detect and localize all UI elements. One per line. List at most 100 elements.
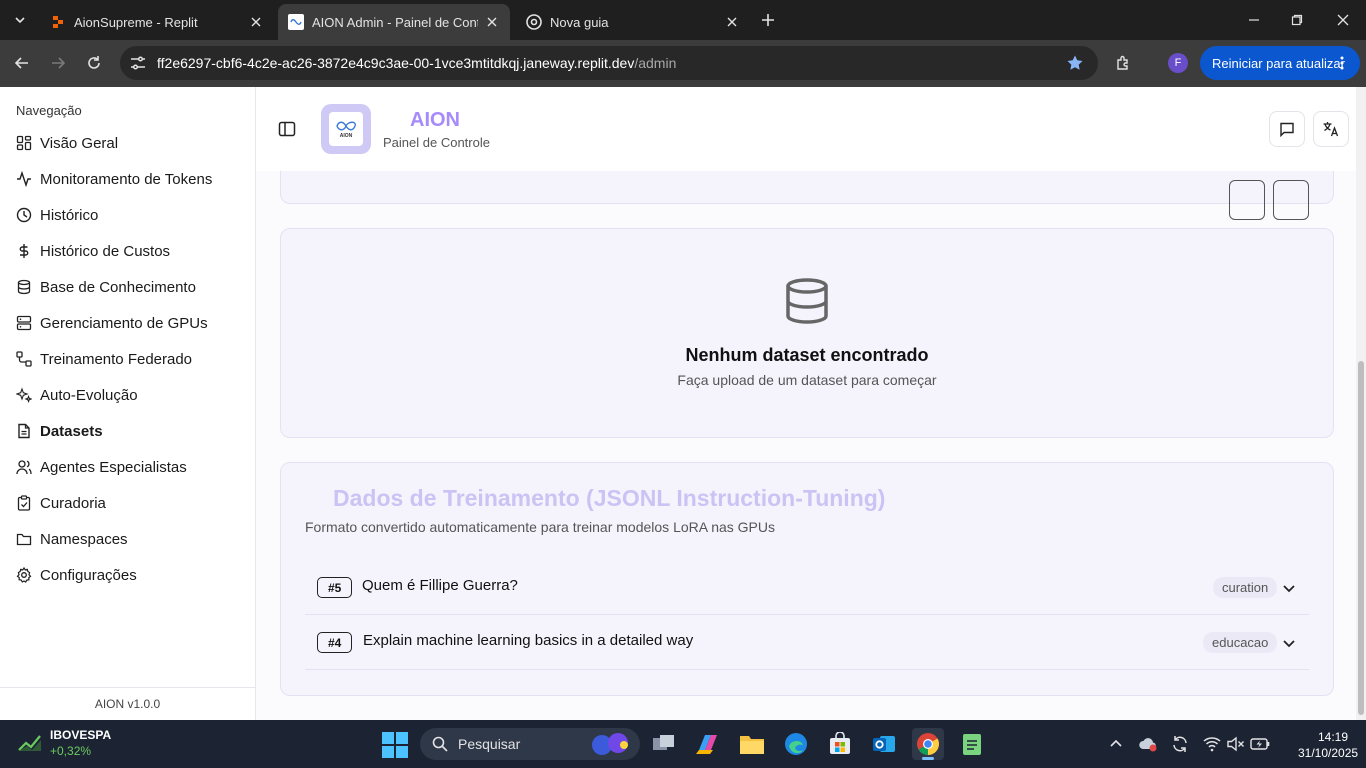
app-logo: AION xyxy=(321,104,371,154)
sidebar-item-namespaces[interactable]: Namespaces xyxy=(0,521,255,557)
close-icon xyxy=(1337,14,1349,26)
sidebar-item-historico[interactable]: Histórico xyxy=(0,197,255,233)
arrow-right-icon xyxy=(52,57,66,69)
volume-tray[interactable] xyxy=(1226,734,1246,754)
replit-favicon-icon xyxy=(50,14,66,30)
new-tab-button[interactable] xyxy=(756,8,780,32)
outlook-app[interactable] xyxy=(868,728,900,760)
brand-title: AION xyxy=(410,109,460,131)
row-tag-badge: educacao xyxy=(1203,632,1278,653)
puzzle-icon xyxy=(1117,55,1128,70)
forward-button[interactable] xyxy=(44,49,72,77)
sidebar-nav: Visão Geral Monitoramento de Tokens Hist… xyxy=(0,125,255,593)
onedrive-tray[interactable] xyxy=(1138,734,1158,754)
sidebar-item-auto-evolucao[interactable]: Auto-Evolução xyxy=(0,377,255,413)
windows-start-icon[interactable] xyxy=(382,732,408,758)
sync-tray[interactable] xyxy=(1170,734,1190,754)
sidebar-item-label: Auto-Evolução xyxy=(40,386,138,404)
close-window-button[interactable] xyxy=(1329,6,1357,34)
sidebar-item-base-conhecimento[interactable]: Base de Conhecimento xyxy=(0,269,255,305)
chevron-down-icon[interactable] xyxy=(1281,580,1297,596)
scrollbar-thumb[interactable] xyxy=(1358,361,1364,715)
extensions-button[interactable] xyxy=(1110,49,1138,77)
row-question: Explain machine learning basics in a det… xyxy=(363,632,694,649)
sidebar-item-datasets[interactable]: Datasets xyxy=(0,413,255,449)
taskbar-clock[interactable]: 14:19 31/10/2025 xyxy=(1298,729,1358,761)
taskbar-search-placeholder: Pesquisar xyxy=(458,736,521,752)
active-app-indicator xyxy=(922,757,934,760)
server-icon xyxy=(16,315,32,331)
taskbar: IBOVESPA +0,32% Pesquisar 14:19 31/10/20… xyxy=(0,720,1366,768)
url-text: ff2e6297-cbf6-4c2e-ac26-3872e4c9c3ae-00-… xyxy=(157,55,676,71)
sidebar-item-gerenciamento-gpus[interactable]: Gerenciamento de GPUs xyxy=(0,305,255,341)
row-id-badge: #5 xyxy=(317,577,353,598)
update-label: Reiniciar para atualizar xyxy=(1212,55,1345,71)
sidebar-item-historico-custos[interactable]: Histórico de Custos xyxy=(0,233,255,269)
language-button[interactable] xyxy=(1313,111,1349,147)
close-icon[interactable] xyxy=(724,14,740,30)
edge-icon xyxy=(785,733,807,755)
training-row[interactable]: #4 Explain machine learning basics in a … xyxy=(305,615,1309,670)
close-icon[interactable] xyxy=(484,14,500,30)
file-icon xyxy=(18,423,30,439)
sidebar-item-label: Monitoramento de Tokens xyxy=(40,170,213,188)
store-app[interactable] xyxy=(824,728,856,760)
site-settings-icon[interactable] xyxy=(129,54,147,72)
chrome-icon xyxy=(526,14,542,30)
chrome-icon xyxy=(917,733,939,755)
tray-overflow-button[interactable] xyxy=(1106,734,1126,754)
close-icon[interactable] xyxy=(248,14,264,30)
battery-tray[interactable] xyxy=(1250,734,1270,754)
sidebar-item-configuracoes[interactable]: Configurações xyxy=(0,557,255,593)
reload-button[interactable] xyxy=(80,49,108,77)
stock-widget[interactable]: IBOVESPA +0,32% xyxy=(18,728,111,758)
microsoft-365-icon xyxy=(696,735,717,754)
minimize-button[interactable] xyxy=(1240,6,1268,34)
taskbar-search[interactable]: Pesquisar xyxy=(420,728,640,760)
address-bar[interactable]: ff2e6297-cbf6-4c2e-ac26-3872e4c9c3ae-00-… xyxy=(120,46,1098,80)
edge-app[interactable] xyxy=(780,728,812,760)
file-explorer-app[interactable] xyxy=(736,728,768,760)
back-button[interactable] xyxy=(8,49,36,77)
page-scrollbar[interactable] xyxy=(1356,87,1366,720)
notepad-app[interactable] xyxy=(956,728,988,760)
chat-button[interactable] xyxy=(1269,111,1305,147)
tab-aion-admin[interactable]: AION Admin - Painel de Controle xyxy=(278,4,510,40)
tab-label: AionSupreme - Replit xyxy=(74,14,198,30)
tab-label: Nova guia xyxy=(550,14,609,30)
card-action-button[interactable] xyxy=(1229,180,1265,220)
clock-time: 14:19 xyxy=(1317,730,1348,744)
m365-app[interactable] xyxy=(692,728,724,760)
tab-search-button[interactable] xyxy=(8,8,32,32)
message-square-icon xyxy=(1280,122,1294,137)
sidebar-item-curadoria[interactable]: Curadoria xyxy=(0,485,255,521)
sidebar: Navegação Visão Geral Monitoramento de T… xyxy=(0,87,256,720)
sidebar-item-label: Datasets xyxy=(40,422,103,440)
profile-avatar[interactable]: F xyxy=(1168,53,1188,73)
sidebar-item-visao-geral[interactable]: Visão Geral xyxy=(0,125,255,161)
dollar-icon xyxy=(19,244,29,258)
arrow-left-icon xyxy=(14,57,28,69)
card-action-button[interactable] xyxy=(1273,180,1309,220)
logo-text: AION xyxy=(339,132,353,139)
row-question: Quem é Fillipe Guerra? xyxy=(362,577,518,594)
restore-button[interactable] xyxy=(1283,6,1311,34)
sidebar-item-treinamento-federado[interactable]: Treinamento Federado xyxy=(0,341,255,377)
chrome-app[interactable] xyxy=(912,728,944,760)
wifi-tray[interactable] xyxy=(1202,734,1222,754)
plus-icon xyxy=(762,14,774,26)
sidebar-item-monitoramento-tokens[interactable]: Monitoramento de Tokens xyxy=(0,161,255,197)
notepad-icon xyxy=(963,734,981,755)
update-button[interactable]: Reiniciar para atualizar xyxy=(1200,46,1360,80)
stock-chart-icon xyxy=(18,735,41,751)
database-icon xyxy=(786,278,828,324)
sidebar-toggle-icon[interactable] xyxy=(278,120,296,138)
training-row[interactable]: #5 Quem é Fillipe Guerra? curation xyxy=(305,560,1309,615)
sidebar-item-agentes-especialistas[interactable]: Agentes Especialistas xyxy=(0,449,255,485)
gear-icon xyxy=(16,567,32,583)
tab-aionsupreme[interactable]: AionSupreme - Replit xyxy=(40,4,274,40)
task-view-button[interactable] xyxy=(648,728,680,760)
tab-nova-guia[interactable]: Nova guia xyxy=(516,4,750,40)
chevron-down-icon[interactable] xyxy=(1281,635,1297,651)
bookmark-star-icon[interactable] xyxy=(1066,54,1084,72)
